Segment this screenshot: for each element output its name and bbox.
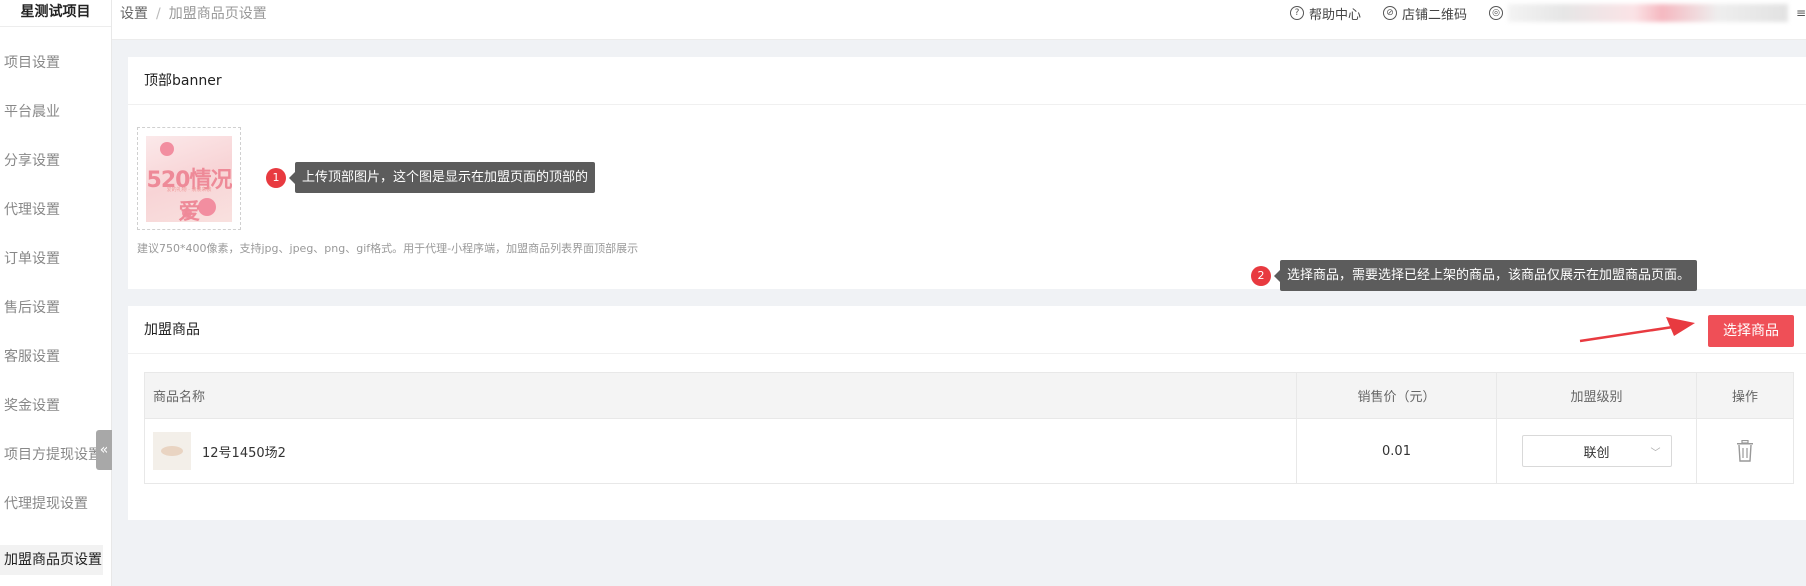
- sidebar-nav: 项目设置 平台晨业 分享设置 代理设置 订单设置 售后设置 客服设置 奖金设置 …: [0, 49, 111, 575]
- header-goods-name: 商品名称: [145, 373, 1297, 418]
- goods-thumbnail: [153, 432, 191, 470]
- sidebar-item-bonus-settings[interactable]: 奖金设置: [0, 392, 111, 441]
- breadcrumb: 设置 / 加盟商品页设置: [120, 3, 267, 23]
- goods-action-cell: [1697, 419, 1793, 483]
- breadcrumb-current: 加盟商品页设置: [168, 6, 267, 22]
- sidebar-item-platform[interactable]: 平台晨业: [0, 98, 111, 147]
- annotation-tooltip-2: 选择商品，需要选择已经上架的商品，该商品仅展示在加盟商品页面。: [1273, 260, 1698, 291]
- sidebar-item-agent-withdraw[interactable]: 代理提现设置: [0, 490, 111, 539]
- annotation-tooltip-1: 上传顶部图片，这个图是显示在加盟页面的顶部的: [288, 162, 596, 193]
- table-row: 12号1450场2 0.01 联创 ﹀: [145, 419, 1793, 483]
- goods-card-title: 加盟商品: [128, 306, 1806, 354]
- menu-icon[interactable]: ≡: [1796, 6, 1806, 20]
- select-goods-button[interactable]: 选择商品: [1708, 315, 1794, 347]
- sidebar-collapse-button[interactable]: «: [96, 430, 112, 470]
- goods-name: 12号1450场2: [202, 445, 286, 461]
- sidebar-item-share-settings[interactable]: 分享设置: [0, 147, 111, 196]
- store-qrcode-label: 店铺二维码: [1401, 7, 1467, 23]
- user-info-blurred[interactable]: [1508, 4, 1788, 22]
- banner-image: 520情况爱 爱的礼物 · 浪漫来袭: [146, 136, 232, 222]
- breadcrumb-root[interactable]: 设置: [120, 6, 148, 22]
- sidebar-item-service-settings[interactable]: 客服设置: [0, 343, 111, 392]
- chevron-down-icon: ﹀: [1650, 448, 1661, 459]
- goods-level-cell: 联创 ﹀: [1497, 419, 1697, 483]
- heart-decoration: [160, 142, 174, 156]
- sidebar-item-project-withdraw[interactable]: 项目方提现设置: [0, 441, 111, 490]
- breadcrumb-separator: /: [156, 6, 161, 22]
- header-level: 加盟级别: [1497, 373, 1697, 418]
- link-circle-icon: ⊘: [1382, 6, 1397, 20]
- banner-card-title: 顶部banner: [128, 57, 1806, 105]
- sidebar-item-order-settings[interactable]: 订单设置: [0, 245, 111, 294]
- goods-name-cell: 12号1450场2: [145, 419, 1297, 483]
- annotation-badge-1: 1: [266, 168, 286, 188]
- banner-size-hint: 建议750*400像素，支持jpg、jpeg、png、gif格式。用于代理-小程…: [137, 242, 639, 255]
- goods-table: 商品名称 销售价（元） 加盟级别 操作 12号1450场2 0.01 联创 ﹀: [144, 372, 1794, 484]
- help-center-link[interactable]: ? 帮助中心: [1289, 4, 1361, 23]
- sidebar-item-franchise-page[interactable]: 加盟商品页设置: [0, 545, 103, 575]
- project-title: 星测试项目: [0, 0, 111, 27]
- franchise-level-select[interactable]: 联创 ﹀: [1521, 435, 1672, 467]
- store-qrcode-link[interactable]: ⊘ 店铺二维码: [1382, 4, 1467, 23]
- goods-card: 加盟商品 选择商品 商品名称 销售价（元） 加盟级别 操作 12号1450场2 …: [128, 306, 1806, 520]
- user-circle-icon[interactable]: ◎: [1489, 6, 1503, 20]
- banner-upload-box[interactable]: 520情况爱 爱的礼物 · 浪漫来袭: [137, 127, 241, 230]
- header-actions: ? 帮助中心 ⊘ 店铺二维码 ◎ ≡: [1289, 3, 1806, 23]
- banner-image-subtext: 爱的礼物 · 浪漫来袭: [166, 187, 212, 193]
- header-price: 销售价（元）: [1297, 373, 1497, 418]
- help-center-label: 帮助中心: [1308, 7, 1361, 23]
- sidebar-item-aftersale-settings[interactable]: 售后设置: [0, 294, 111, 343]
- franchise-level-value: 联创: [1583, 445, 1610, 461]
- red-arrow-annotation: [1579, 317, 1695, 343]
- goods-price: 0.01: [1297, 419, 1497, 483]
- sidebar: 星测试项目 项目设置 平台晨业 分享设置 代理设置 订单设置 售后设置 客服设置…: [0, 0, 112, 586]
- question-circle-icon: ?: [1289, 6, 1304, 20]
- sidebar-item-agent-settings[interactable]: 代理设置: [0, 196, 111, 245]
- trash-icon[interactable]: [1736, 440, 1754, 462]
- top-header: 设置 / 加盟商品页设置 ? 帮助中心 ⊘ 店铺二维码 ◎ ≡: [112, 0, 1806, 40]
- annotation-badge-2: 2: [1251, 266, 1271, 286]
- header-action: 操作: [1731, 390, 1758, 405]
- sidebar-item-project-settings[interactable]: 项目设置: [0, 49, 111, 98]
- table-header: 商品名称 销售价（元） 加盟级别 操作: [145, 373, 1793, 419]
